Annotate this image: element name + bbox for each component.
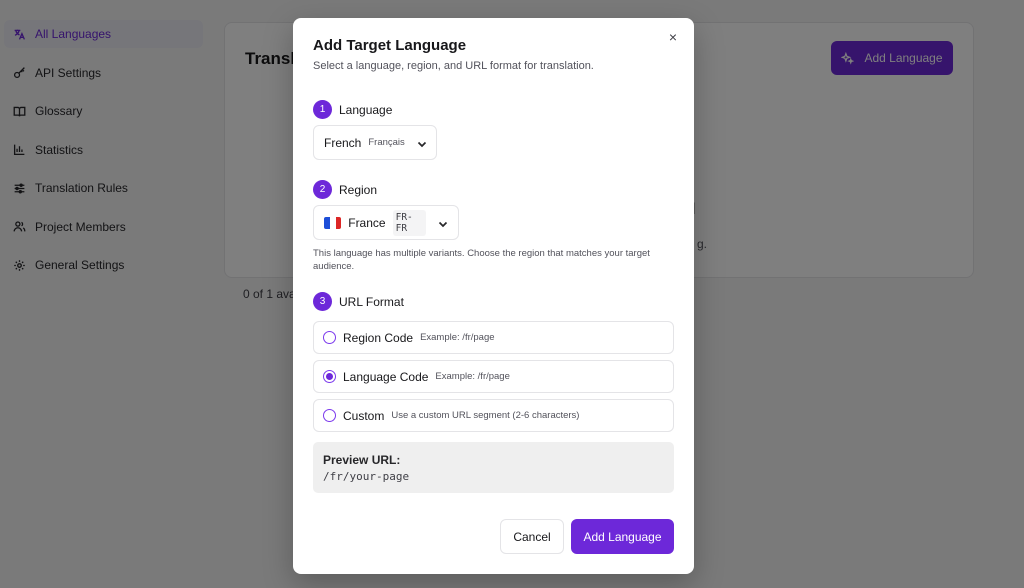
- step-number: 1: [313, 100, 332, 119]
- preview-url: /fr/your-page: [323, 470, 410, 483]
- language-name: French: [324, 135, 362, 150]
- add-language-submit-button[interactable]: Add Language: [571, 519, 674, 554]
- cancel-button[interactable]: Cancel: [500, 519, 564, 554]
- option-example: Use a custom URL segment (2-6 characters…: [391, 410, 580, 421]
- step-label: Language: [339, 102, 393, 117]
- step-label: Region: [339, 182, 378, 197]
- preview-label: Preview URL:: [323, 453, 401, 467]
- option-label: Region Code: [343, 330, 414, 345]
- option-label: Custom: [343, 408, 385, 423]
- url-option-region-code[interactable]: Region Code Example: /fr/page: [313, 321, 674, 354]
- region-code-badge: FR-FR: [392, 209, 426, 236]
- dialog-subtitle: Select a language, region, and URL forma…: [313, 60, 594, 72]
- option-label: Language Code: [343, 369, 429, 384]
- preview-url-box: Preview URL: /fr/your-page: [313, 442, 674, 493]
- step-url-format: 3 URL Format: [313, 292, 404, 311]
- language-select[interactable]: French Français: [313, 125, 437, 160]
- add-target-language-dialog: Add Target Language Select a language, r…: [293, 18, 694, 574]
- option-example: Example: /fr/page: [435, 371, 510, 382]
- step-language: 1 Language: [313, 100, 392, 119]
- radio-button[interactable]: [323, 331, 336, 344]
- step-number: 3: [313, 292, 332, 311]
- step-label: URL Format: [339, 294, 404, 309]
- language-native-name: Français: [368, 137, 405, 148]
- step-number: 2: [313, 180, 332, 199]
- chevron-down-icon: [417, 138, 427, 148]
- region-help-text: This language has multiple variants. Cho…: [313, 248, 650, 272]
- option-example: Example: /fr/page: [420, 332, 495, 343]
- radio-button[interactable]: [323, 409, 336, 422]
- dialog-title: Add Target Language: [313, 37, 467, 54]
- url-option-language-code[interactable]: Language Code Example: /fr/page: [313, 360, 674, 393]
- region-name: France: [348, 215, 386, 230]
- close-icon[interactable]: ×: [664, 28, 682, 46]
- france-flag-icon: [324, 216, 342, 229]
- radio-button-selected[interactable]: [323, 370, 336, 383]
- url-option-custom[interactable]: Custom Use a custom URL segment (2-6 cha…: [313, 399, 674, 432]
- step-region: 2 Region: [313, 180, 377, 199]
- region-select[interactable]: France FR-FR: [313, 205, 459, 240]
- chevron-down-icon: [438, 218, 448, 228]
